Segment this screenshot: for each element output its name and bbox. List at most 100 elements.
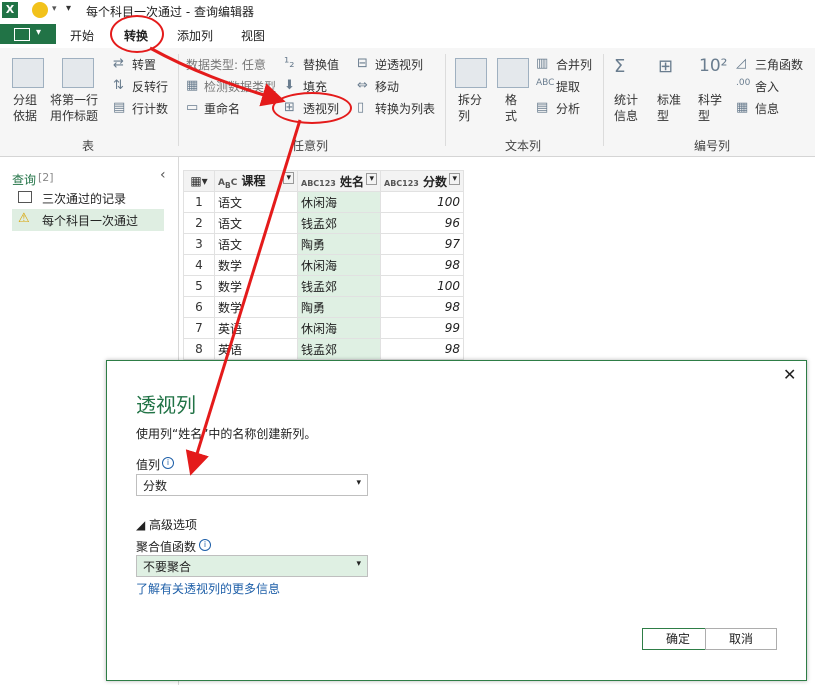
advanced-options-toggle[interactable]: ◢ 高级选项 bbox=[136, 516, 197, 533]
cell-name[interactable]: 休闲海 bbox=[297, 254, 381, 276]
query-item-label: 三次通过的记录 bbox=[42, 192, 127, 206]
cancel-button[interactable]: 取消 bbox=[705, 628, 777, 650]
cell-score[interactable]: 100 bbox=[380, 275, 464, 297]
unpivot-columns-button[interactable]: 逆透视列 bbox=[375, 56, 423, 73]
extract-button[interactable]: 提取 bbox=[556, 78, 580, 95]
group-by-icon bbox=[12, 58, 44, 88]
cell-course[interactable]: 数学 bbox=[214, 296, 298, 318]
row-number[interactable]: 3 bbox=[183, 233, 215, 255]
count-rows-icon: ▤ bbox=[113, 100, 126, 115]
annotation-circle-transform-tab bbox=[110, 15, 164, 53]
merge-columns-button[interactable]: 合并列 bbox=[556, 56, 592, 73]
column-header-course[interactable]: ABC 课程 ▾ bbox=[214, 170, 298, 192]
information-button[interactable]: 信息 bbox=[755, 100, 779, 117]
filter-dropdown-icon[interactable]: ▾ bbox=[449, 172, 460, 185]
cell-name[interactable]: 休闲海 bbox=[297, 191, 381, 213]
trigonometry-button[interactable]: 三角函数 bbox=[755, 56, 803, 73]
cell-course[interactable]: 语文 bbox=[214, 191, 298, 213]
cell-course[interactable]: 数学 bbox=[214, 254, 298, 276]
cell-course[interactable]: 语文 bbox=[214, 233, 298, 255]
row-number[interactable]: 1 bbox=[183, 191, 215, 213]
close-icon[interactable]: ✕ bbox=[783, 365, 796, 384]
cell-score[interactable]: 98 bbox=[380, 254, 464, 276]
row-number[interactable]: 6 bbox=[183, 296, 215, 318]
convert-to-list-button[interactable]: 转换为列表 bbox=[375, 100, 435, 117]
table-row[interactable]: 5 数学 钱孟郊 100 bbox=[183, 275, 464, 297]
query-item[interactable]: 三次通过的记录 bbox=[12, 187, 164, 209]
row-number[interactable]: 2 bbox=[183, 212, 215, 234]
cell-course[interactable]: 数学 bbox=[214, 275, 298, 297]
count-rows-button[interactable]: 行计数 bbox=[132, 100, 168, 117]
data-type-dropdown[interactable]: 数据类型: 任意 bbox=[186, 56, 266, 73]
move-button[interactable]: 移动 bbox=[375, 78, 399, 95]
aggregate-function-select[interactable]: 不要聚合 ▾ bbox=[136, 555, 368, 577]
cell-name[interactable]: 钱孟郊 bbox=[297, 212, 381, 234]
table-row[interactable]: 6 数学 陶勇 98 bbox=[183, 296, 464, 318]
file-menu-button[interactable]: ▾ bbox=[0, 24, 56, 44]
table-row[interactable]: 4 数学 休闲海 98 bbox=[183, 254, 464, 276]
cell-name[interactable]: 钱孟郊 bbox=[297, 338, 381, 360]
rounding-button[interactable]: 舍入 bbox=[755, 78, 779, 95]
tab-view[interactable]: 视图 bbox=[241, 27, 265, 44]
filter-dropdown-icon[interactable]: ▾ bbox=[283, 172, 294, 185]
unpivot-icon: ⊟ bbox=[357, 56, 368, 71]
cell-name[interactable]: 钱孟郊 bbox=[297, 275, 381, 297]
values-column-select[interactable]: 分数 ▾ bbox=[136, 474, 368, 496]
cell-score[interactable]: 100 bbox=[380, 191, 464, 213]
smiley-icon[interactable] bbox=[32, 2, 48, 18]
table-row[interactable]: 1 语文 休闲海 100 bbox=[183, 191, 464, 213]
table-row[interactable]: 8 英语 钱孟郊 98 bbox=[183, 338, 464, 360]
cell-name[interactable]: 休闲海 bbox=[297, 317, 381, 339]
cell-score[interactable]: 98 bbox=[380, 338, 464, 360]
aggregate-function-value: 不要聚合 bbox=[143, 560, 192, 574]
chevron-down-icon: ▾ bbox=[356, 559, 361, 569]
window-title: 每个科目一次通过 - 查询编辑器 bbox=[86, 5, 254, 19]
row-number[interactable]: 7 bbox=[183, 317, 215, 339]
split-column-button[interactable]: 拆分 列 bbox=[458, 92, 482, 124]
customize-toolbar-icon[interactable]: ▾ bbox=[66, 3, 71, 14]
scientific-button[interactable]: 科学 型 bbox=[698, 92, 722, 124]
row-number[interactable]: 8 bbox=[183, 338, 215, 360]
cell-course[interactable]: 英语 bbox=[214, 317, 298, 339]
standard-button[interactable]: 标准 型 bbox=[657, 92, 681, 124]
row-number[interactable]: 5 bbox=[183, 275, 215, 297]
cell-name[interactable]: 陶勇 bbox=[297, 233, 381, 255]
filter-dropdown-icon[interactable]: ▾ bbox=[366, 172, 377, 185]
row-number[interactable]: 4 bbox=[183, 254, 215, 276]
table-row[interactable]: 3 语文 陶勇 97 bbox=[183, 233, 464, 255]
format-button[interactable]: 格 式 bbox=[505, 92, 517, 124]
table-row[interactable]: 2 语文 钱孟郊 96 bbox=[183, 212, 464, 234]
cell-score[interactable]: 97 bbox=[380, 233, 464, 255]
parse-button[interactable]: 分析 bbox=[556, 100, 580, 117]
transpose-icon: ⇄ bbox=[113, 56, 124, 71]
reverse-rows-button[interactable]: 反转行 bbox=[132, 78, 168, 95]
group-by-button[interactable]: 分组 依据 bbox=[13, 92, 37, 124]
query-item-selected[interactable]: ⚠ 每个科目一次通过 bbox=[12, 209, 164, 231]
format-icon bbox=[497, 58, 529, 88]
tab-home[interactable]: 开始 bbox=[70, 27, 94, 44]
quick-access-dropdown-icon[interactable]: ▾ bbox=[52, 4, 57, 14]
ok-button[interactable]: 确定 bbox=[642, 628, 714, 650]
tab-add-column[interactable]: 添加列 bbox=[177, 27, 213, 44]
split-column-icon bbox=[455, 58, 487, 88]
rename-button[interactable]: 重命名 bbox=[204, 100, 240, 117]
cell-name[interactable]: 陶勇 bbox=[297, 296, 381, 318]
collapse-pane-icon[interactable]: ‹ bbox=[160, 167, 166, 183]
replace-values-icon: ¹₂ bbox=[284, 56, 295, 71]
learn-more-link[interactable]: 了解有关透视列的更多信息 bbox=[136, 580, 280, 597]
cell-score[interactable]: 96 bbox=[380, 212, 464, 234]
cell-score[interactable]: 98 bbox=[380, 296, 464, 318]
cell-course[interactable]: 英语 bbox=[214, 338, 298, 360]
column-header-score[interactable]: ABC123 分数 ▾ bbox=[380, 170, 464, 192]
column-header-name[interactable]: ABC123 姓名 ▾ bbox=[297, 170, 381, 192]
table-menu-icon[interactable]: ▦▾ bbox=[183, 170, 215, 192]
cell-course[interactable]: 语文 bbox=[214, 212, 298, 234]
statistics-button[interactable]: 统计 信息 bbox=[614, 92, 638, 124]
any-type-icon: ABC123 bbox=[301, 178, 336, 188]
replace-values-button[interactable]: 替换值 bbox=[303, 56, 339, 73]
transpose-button[interactable]: 转置 bbox=[132, 56, 156, 73]
detect-type-button[interactable]: 检测数据类型 bbox=[204, 78, 276, 95]
cell-score[interactable]: 99 bbox=[380, 317, 464, 339]
use-first-row-button[interactable]: 将第一行 用作标题 bbox=[50, 92, 98, 124]
table-row[interactable]: 7 英语 休闲海 99 bbox=[183, 317, 464, 339]
